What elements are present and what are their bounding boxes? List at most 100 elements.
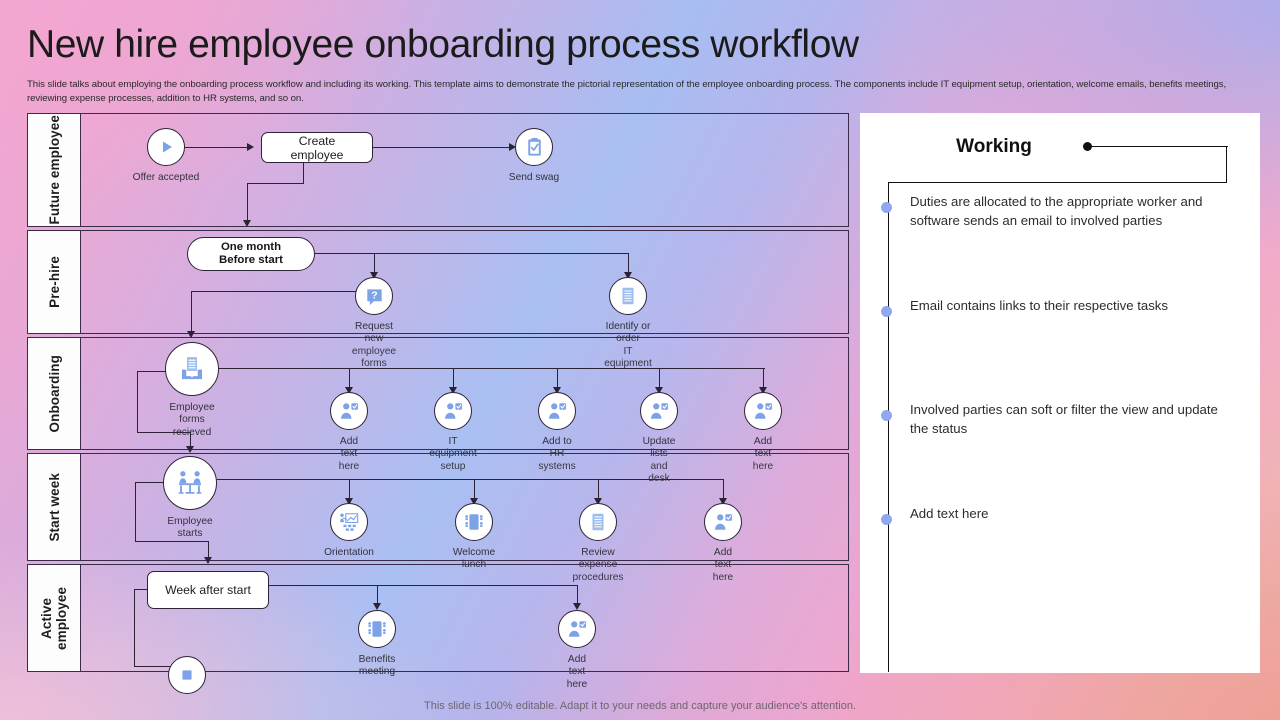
person-check-icon	[704, 503, 742, 541]
swimlane-label-text: Onboarding	[46, 354, 62, 433]
person-check-icon	[640, 392, 678, 430]
person-check-icon	[330, 392, 368, 430]
list-item-text: Duties are allocated to the appropriate …	[910, 194, 1203, 228]
connector	[267, 585, 578, 587]
page-subtitle: This slide talks about employing the onb…	[27, 79, 1227, 104]
node-process-end[interactable]	[168, 656, 206, 694]
node-label: Orientation	[324, 547, 374, 558]
node-label: Employee forms recieved	[169, 402, 215, 438]
list-item[interactable]: Involved parties can soft or filter the …	[881, 402, 1244, 508]
list-item-text: Email contains links to their respective…	[910, 298, 1168, 313]
connector	[247, 183, 249, 223]
swimlane-active-employee: Active employee Week after start Benefit…	[27, 564, 849, 690]
connector-arrow	[186, 446, 194, 453]
node-add-text-here-1[interactable]: Add text here	[330, 392, 368, 472]
swimlane-pre-hire: Pre-hire One month Before start ? Reques…	[27, 230, 849, 369]
node-offer-accepted[interactable]: Offer accepted	[133, 128, 199, 183]
node-add-text-here-2[interactable]: Add text here	[744, 392, 782, 472]
node-one-month-before-start[interactable]: One month Before start	[187, 237, 315, 271]
connector-arrow	[373, 603, 381, 610]
node-employee-forms-recieved[interactable]: Employee forms recieved	[165, 342, 219, 438]
list-item[interactable]: Add text here	[881, 506, 1244, 612]
conference-table-icon	[455, 503, 493, 541]
inbox-document-icon	[165, 342, 219, 396]
connector-arrow	[247, 142, 254, 151]
connector	[219, 368, 765, 370]
list-item-text: Involved parties can soft or filter the …	[910, 402, 1218, 436]
node-update-lists-and-desk[interactable]: Update lists and desk	[640, 392, 678, 484]
swimlane-label-text: Active employee	[39, 586, 69, 650]
swimlane-label-start-week: Start week	[28, 454, 81, 560]
connector-arrow	[573, 603, 581, 610]
document-icon	[609, 277, 647, 315]
swimlane-body: Employee starts Orientation Welcome lunc…	[81, 454, 848, 583]
swimlane-label-text: Start week	[46, 472, 62, 542]
conference-table-icon	[358, 610, 396, 648]
node-create-employee[interactable]: Create employee	[261, 132, 373, 163]
connector	[137, 371, 139, 433]
connector	[135, 482, 137, 542]
bracket-line	[888, 182, 1227, 184]
bracket-line	[1226, 146, 1228, 183]
node-label: Offer accepted	[132, 172, 200, 183]
node-benefits-meeting[interactable]: Benefits meeting	[358, 610, 396, 677]
footer-note: This slide is 100% editable. Adapt it to…	[424, 700, 856, 712]
node-it-equipment-setup[interactable]: IT equipment setup	[429, 392, 477, 472]
connector	[315, 253, 629, 255]
node-label: Benefits meeting	[358, 654, 396, 678]
swimlane-label-onboarding: Onboarding	[28, 338, 81, 449]
person-check-icon	[558, 610, 596, 648]
workflow-diagram: Future employee Offer accepted Create em…	[27, 113, 849, 694]
swimlane-body: Employee forms recieved Add text here IT…	[81, 338, 848, 484]
node-identify-or-order-it-equipment[interactable]: Identify or order IT equipment	[604, 277, 652, 369]
bullet-dot	[881, 410, 892, 421]
stop-square-icon	[168, 656, 206, 694]
person-check-icon	[538, 392, 576, 430]
question-bubble-icon: ?	[355, 277, 393, 315]
node-welcome-lunch[interactable]: Welcome lunch	[453, 503, 495, 570]
swimlane-body: Offer accepted Create employee Send swag	[81, 114, 848, 227]
connector-arrow	[243, 220, 251, 227]
connector	[247, 183, 304, 185]
list-item[interactable]: Duties are allocated to the appropriate …	[881, 194, 1244, 300]
node-add-to-hr-systems[interactable]: Add to HR systems	[538, 392, 576, 472]
document-icon	[579, 503, 617, 541]
swimlane-label-future-employee: Future employee	[28, 114, 81, 226]
node-send-swag[interactable]: Send swag	[509, 128, 559, 183]
node-orientation[interactable]: Orientation	[324, 503, 374, 558]
node-request-new-employee-forms[interactable]: ? Request new employee forms	[352, 277, 396, 369]
swimlane-label-text: Future employee	[46, 115, 62, 225]
meeting-table-icon	[163, 456, 217, 510]
node-label: Week after start	[165, 583, 251, 597]
node-employee-starts[interactable]: Employee starts	[163, 456, 217, 539]
connector	[217, 479, 724, 481]
bullet-dot	[881, 306, 892, 317]
presentation-icon	[330, 503, 368, 541]
node-label: Send swag	[508, 172, 560, 183]
list-item[interactable]: Email contains links to their respective…	[881, 298, 1244, 404]
connector	[371, 147, 511, 149]
swimlane-future-employee: Future employee Offer accepted Create em…	[27, 113, 849, 227]
connector	[303, 162, 305, 184]
node-label: Create employee	[290, 133, 344, 162]
connector	[185, 147, 249, 149]
clipboard-check-icon	[515, 128, 553, 166]
connector	[134, 589, 136, 667]
node-add-text-here-3[interactable]: Add text here	[704, 503, 742, 583]
page-title: New hire employee onboarding process wor…	[27, 23, 859, 66]
connector-arrow	[204, 557, 212, 564]
slide-page: New hire employee onboarding process wor…	[0, 0, 1280, 720]
swimlane-body: One month Before start ? Request new emp…	[81, 231, 848, 369]
node-week-after-start[interactable]: Week after start	[147, 571, 269, 609]
person-check-icon	[744, 392, 782, 430]
swimlane-label-text: Pre-hire	[46, 256, 62, 308]
node-label: One month Before start	[219, 240, 283, 267]
swimlane-onboarding: Onboarding Employee forms recieved Add t…	[27, 337, 849, 484]
bullet-dot	[881, 202, 892, 213]
node-add-text-here-4[interactable]: Add text here	[558, 610, 596, 690]
svg-text:?: ?	[371, 289, 377, 301]
swimlane-label-active-employee: Active employee	[28, 565, 81, 671]
node-review-expense-procedures[interactable]: Review expense procedures	[573, 503, 623, 583]
connector	[135, 541, 209, 543]
bullet-dot	[881, 514, 892, 525]
